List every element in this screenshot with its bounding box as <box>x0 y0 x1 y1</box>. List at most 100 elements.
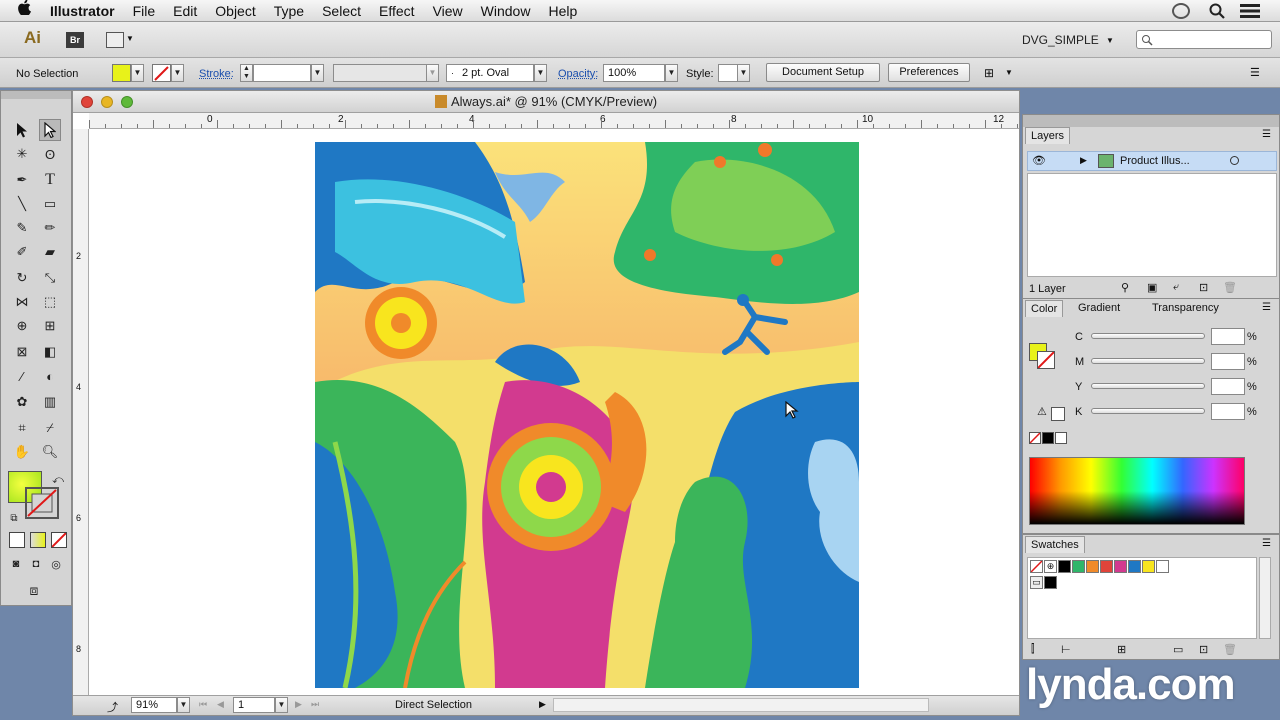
stroke-color-box[interactable] <box>25 487 59 519</box>
layer-target-icon[interactable] <box>1230 156 1239 165</box>
create-sublayer-icon[interactable]: ⤶ <box>1173 281 1179 294</box>
selection-tool-icon[interactable] <box>11 119 33 141</box>
menu-object[interactable]: Object <box>206 0 264 22</box>
create-new-layer-icon[interactable]: ⊡ <box>1199 281 1208 294</box>
menu-select[interactable]: Select <box>313 0 370 22</box>
swatch-folder-icon[interactable]: ▭ <box>1030 576 1043 589</box>
swatch-registration[interactable]: ⊕ <box>1044 560 1057 573</box>
swatch-magenta[interactable] <box>1114 560 1127 573</box>
minimize-window-icon[interactable] <box>101 96 113 108</box>
line-tool-icon[interactable]: ╲ <box>11 193 33 215</box>
swatch-orange[interactable] <box>1086 560 1099 573</box>
swap-fill-stroke-icon[interactable]: ⤺ <box>47 469 69 491</box>
cyan-field[interactable] <box>1211 328 1245 345</box>
black-field[interactable] <box>1211 403 1245 420</box>
previous-artboard-icon[interactable]: ◀ <box>217 699 224 710</box>
zoom-dropdown[interactable]: ▼ <box>177 697 190 713</box>
stroke-color-swatch[interactable] <box>152 64 171 82</box>
swatch-libraries-icon[interactable]: ⫿ <box>1031 643 1035 656</box>
column-graph-tool-icon[interactable]: ▥ <box>39 391 61 413</box>
chevron-down-icon[interactable]: ▼ <box>126 34 134 43</box>
stroke-weight-dropdown[interactable]: ▼ <box>311 64 324 82</box>
artboard-tool-icon[interactable]: ⌗ <box>11 417 33 439</box>
next-artboard-icon[interactable]: ▶ <box>295 699 302 710</box>
pencil-tool-icon[interactable]: ✏ <box>39 217 61 239</box>
web-safe-swatch[interactable] <box>1051 407 1065 421</box>
swatch-black-2[interactable] <box>1044 576 1057 589</box>
blob-brush-tool-icon[interactable]: ✐ <box>11 241 33 263</box>
artboard-number-field[interactable]: 1 <box>233 697 275 713</box>
status-menu-icon[interactable]: ▶ <box>539 699 546 710</box>
expand-triangle-icon[interactable]: ▶ <box>1080 155 1087 166</box>
swatch-yellow[interactable] <box>1142 560 1155 573</box>
tab-color[interactable]: Color <box>1025 300 1064 317</box>
menu-effect[interactable]: Effect <box>370 0 424 22</box>
bridge-button[interactable]: Br <box>66 32 84 48</box>
tab-gradient[interactable]: Gradient <box>1073 300 1125 317</box>
rotate-tool-icon[interactable]: ↻ <box>11 267 33 289</box>
magenta-field[interactable] <box>1211 353 1245 370</box>
type-tool-icon[interactable]: T <box>39 169 61 191</box>
mesh-tool-icon[interactable]: ⊠ <box>11 341 33 363</box>
zoom-tool-icon[interactable]: 🔍︎ <box>39 441 61 463</box>
black-swatch[interactable] <box>1042 432 1054 444</box>
swatches-scrollbar[interactable] <box>1259 557 1271 639</box>
tab-swatches[interactable]: Swatches <box>1025 536 1085 553</box>
visibility-eye-icon[interactable]: 👁︎ <box>1032 154 1046 167</box>
swatch-green[interactable] <box>1072 560 1085 573</box>
stroke-dropdown[interactable]: ▼ <box>171 64 184 82</box>
close-window-icon[interactable] <box>81 96 93 108</box>
lasso-tool-icon[interactable]: ʘ <box>39 143 61 165</box>
zoom-window-icon[interactable] <box>121 96 133 108</box>
last-artboard-icon[interactable]: ⏭ <box>311 699 319 710</box>
black-slider[interactable] <box>1091 408 1205 414</box>
scale-tool-icon[interactable]: ⤡ <box>39 267 61 289</box>
tab-layers[interactable]: Layers <box>1025 127 1071 144</box>
tab-transparency[interactable]: Transparency <box>1147 300 1224 317</box>
stroke-weight-field[interactable] <box>253 64 311 82</box>
opacity-field[interactable]: 100% <box>603 64 665 82</box>
panel-dock-header[interactable] <box>1023 115 1279 127</box>
swatch-none[interactable] <box>1030 560 1043 573</box>
draw-inside-icon[interactable]: ◎ <box>45 553 67 575</box>
new-swatch-icon[interactable]: ⊡ <box>1199 643 1208 656</box>
perspective-grid-tool-icon[interactable]: ⊞ <box>39 315 61 337</box>
fill-color-swatch[interactable] <box>112 64 131 82</box>
none-swatch[interactable] <box>1029 432 1041 444</box>
opacity-label[interactable]: Opacity: <box>558 67 598 81</box>
none-mode-button[interactable] <box>51 532 67 548</box>
help-search-input[interactable] <box>1136 30 1272 49</box>
artwork-illustration[interactable] <box>315 142 859 688</box>
variable-width-profile[interactable] <box>333 64 427 82</box>
swatch-blue[interactable] <box>1128 560 1141 573</box>
yellow-slider[interactable] <box>1091 383 1205 389</box>
profile-dropdown[interactable]: ▼ <box>426 64 439 82</box>
screen-mode-icon[interactable]: ⧈ <box>23 579 45 601</box>
draw-normal-icon[interactable]: ◙ <box>5 553 27 575</box>
menu-view[interactable]: View <box>424 0 472 22</box>
apple-menu-icon[interactable] <box>0 0 41 22</box>
style-dropdown[interactable]: ▼ <box>737 64 750 82</box>
magenta-slider[interactable] <box>1091 358 1205 364</box>
panel-menu-icon[interactable]: ☰ <box>1250 66 1260 79</box>
menu-window[interactable]: Window <box>472 0 540 22</box>
menu-edit[interactable]: Edit <box>164 0 206 22</box>
horizontal-ruler[interactable]: 0 2 4 6 8 10 12 <box>89 113 1019 129</box>
paintbrush-tool-icon[interactable]: ✎ <box>11 217 33 239</box>
delete-layer-icon[interactable]: 🗑︎ <box>1223 281 1237 294</box>
white-swatch[interactable] <box>1055 432 1067 444</box>
panel-menu-icon[interactable]: ☰ <box>1262 538 1271 549</box>
chevron-down-icon[interactable]: ▼ <box>1005 68 1013 77</box>
artboard-dropdown[interactable]: ▼ <box>275 697 288 713</box>
direct-selection-tool-icon[interactable] <box>39 119 61 141</box>
delete-swatch-icon[interactable]: 🗑︎ <box>1223 643 1237 656</box>
stroke-weight-stepper[interactable]: ▲ ▼ <box>240 64 253 82</box>
fill-dropdown[interactable]: ▼ <box>131 64 144 82</box>
document-setup-button[interactable]: Document Setup <box>766 63 880 82</box>
layer-row[interactable]: 👁︎ ▶ Product Illus... <box>1027 151 1277 171</box>
new-color-group-icon[interactable]: ▭ <box>1173 643 1183 656</box>
swatch-kind-icon[interactable]: ⊢ <box>1061 643 1071 656</box>
toolbox-header[interactable] <box>1 91 71 99</box>
time-machine-icon[interactable] <box>1172 3 1190 19</box>
default-colors-icon[interactable]: ⧉ <box>3 507 25 529</box>
